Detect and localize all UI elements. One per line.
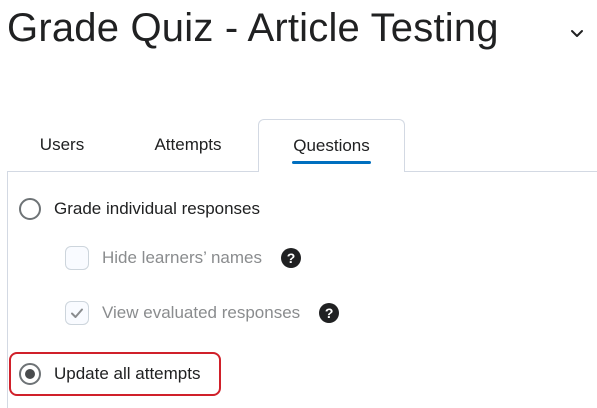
question-mark-glyph: ? [324, 305, 334, 321]
checkmark-icon [71, 308, 83, 318]
view-evaluated-help-icon[interactable]: ? [319, 303, 340, 323]
view-evaluated-option: View evaluated responses ? [65, 301, 340, 325]
view-evaluated-label: View evaluated responses [102, 303, 301, 322]
update-all-label: Update all attempts [54, 364, 201, 383]
chevron-down-icon [571, 30, 583, 37]
update-all-option: Update all attempts [19, 363, 200, 385]
title-menu-button[interactable] [566, 22, 588, 44]
page-header: Grade Quiz - Article Testing [7, 4, 499, 52]
tab-users-label: Users [39, 135, 85, 154]
hide-names-help-icon[interactable]: ? [281, 248, 301, 268]
tab-questions[interactable]: Questions [258, 119, 405, 172]
view-evaluated-checkbox[interactable] [65, 301, 89, 325]
tab-attempts[interactable]: Attempts [135, 119, 241, 171]
grade-individual-radio[interactable] [19, 198, 41, 220]
question-mark-glyph: ? [286, 250, 296, 266]
hide-names-checkbox[interactable] [65, 246, 89, 270]
tab-attempts-label: Attempts [154, 135, 222, 154]
hide-names-option: Hide learners’ names ? [65, 246, 301, 270]
tab-list: Users Attempts Questions [7, 119, 597, 172]
tab-panel-left-border [7, 171, 8, 408]
update-all-radio[interactable] [19, 363, 41, 385]
hide-names-label: Hide learners’ names [102, 248, 262, 267]
tab-selected-indicator [292, 161, 371, 164]
page-title: Grade Quiz - Article Testing [7, 6, 499, 50]
grade-individual-option: Grade individual responses [19, 198, 260, 220]
tab-questions-label: Questions [293, 136, 370, 155]
tab-users[interactable]: Users [27, 119, 97, 171]
radio-selected-dot [25, 369, 35, 379]
grade-individual-label: Grade individual responses [54, 199, 261, 218]
